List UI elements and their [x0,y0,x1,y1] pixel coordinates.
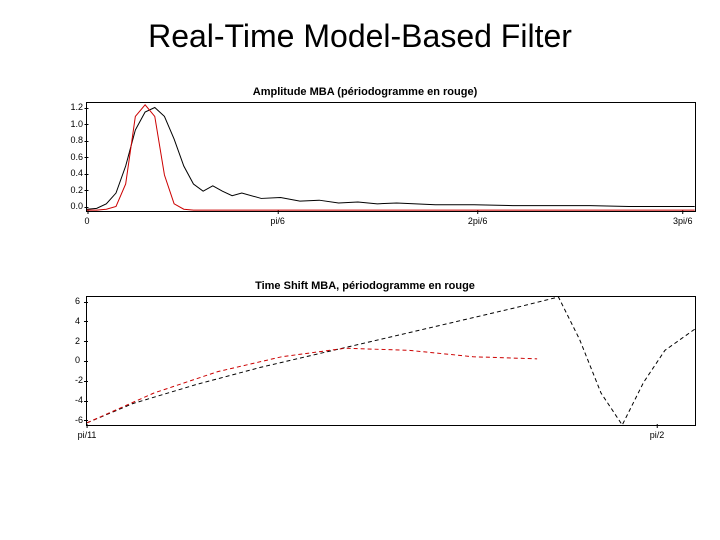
amplitude-x-axis: 0 pi/6 2pi/6 3pi/6 4pi/6 5pi/6 p [87,211,695,226]
page-title: Real-Time Model-Based Filter [0,0,720,61]
periodogram-series-line [87,105,695,210]
timeshift-y-axis: 6 4 2 0 -2 -4 -6 [75,297,87,425]
ytick: -2 [75,376,87,385]
ytick: 0 [75,356,87,365]
ytick: 4 [75,317,87,326]
xtick: pi/6 [270,211,285,226]
xtick: 2pi/6 [468,211,488,226]
ytick: 0.4 [70,169,87,178]
amplitude-chart: Amplitude MBA (périodogramme en rouge) 1… [60,86,670,212]
amplitude-plot-area: 1.2 1.0 0.8 0.6 0.4 0.2 0.0 0 pi/6 2pi/6… [86,102,696,212]
ytick: 1.2 [70,103,87,112]
ytick: 6 [75,297,87,306]
ytick: 1.0 [70,120,87,129]
ytick: 0.2 [70,186,87,195]
timeshift-chart: Time Shift MBA, périodogramme en rouge 6… [60,280,670,426]
ytick: -4 [75,396,87,405]
timeshift-series-line [87,297,695,425]
ytick: 2 [75,337,87,346]
amplitude-y-axis: 1.2 1.0 0.8 0.6 0.4 0.2 0.0 [70,103,87,211]
ytick: 0.6 [70,153,87,162]
timeshift-plot-area: 6 4 2 0 -2 -4 -6 pi/11 pi/2 pi/10 [86,296,696,426]
xtick: 0 [84,211,89,226]
amplitude-series-line [87,108,695,210]
ytick: -6 [75,416,87,425]
amplitude-chart-title: Amplitude MBA (périodogramme en rouge) [60,86,670,98]
timeshift-chart-title: Time Shift MBA, périodogramme en rouge [60,280,670,292]
ytick: 0.0 [70,202,87,211]
xtick: pi/11 [78,425,97,440]
xtick: pi/2 [650,425,665,440]
ytick: 0.8 [70,136,87,145]
xtick: 3pi/6 [673,211,693,226]
periodogram-series-line [87,348,537,423]
timeshift-x-axis: pi/11 pi/2 pi/10 [87,425,695,440]
